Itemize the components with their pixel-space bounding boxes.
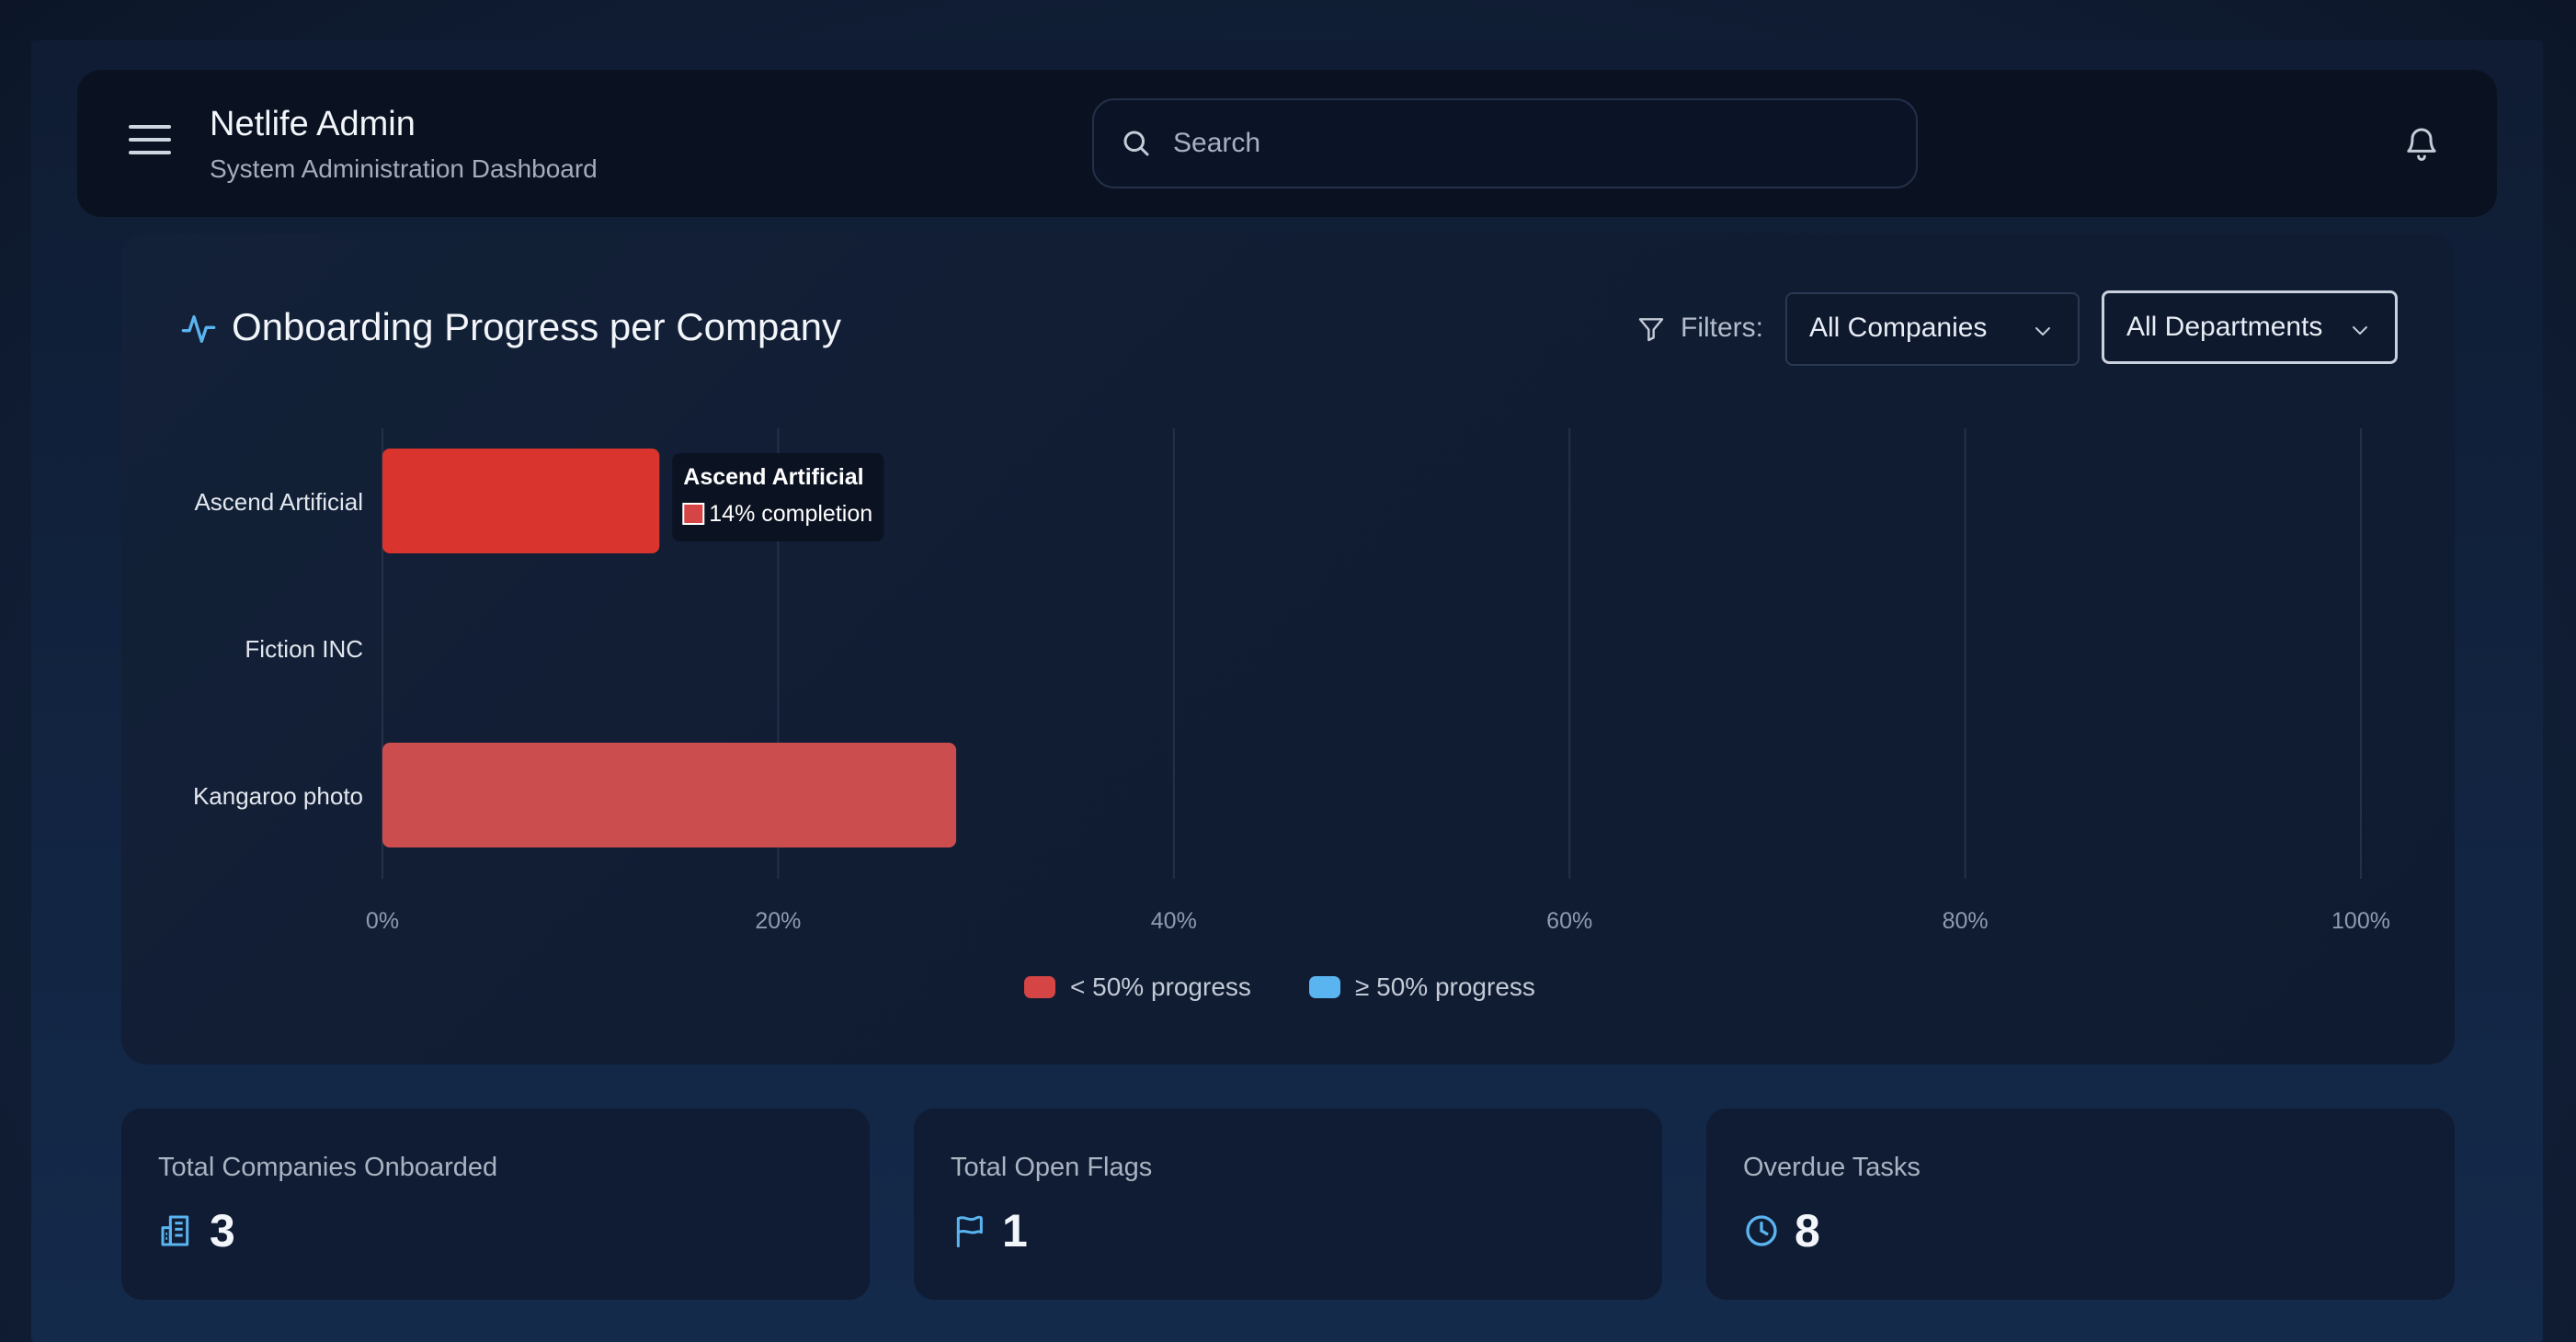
bar [382, 743, 957, 847]
legend-swatch-high [1309, 976, 1340, 998]
x-tick-label: 100% [2331, 908, 2390, 934]
y-category-label: Ascend Artificial [194, 488, 363, 516]
stat-card-companies: Total Companies Onboarded 3 [121, 1109, 870, 1300]
legend-swatch-low [1024, 976, 1055, 998]
tooltip-swatch [682, 503, 705, 525]
x-tick-label: 20% [755, 908, 801, 934]
stat-value: 3 [210, 1205, 235, 1257]
x-tick-label: 0% [366, 908, 399, 934]
legend-label-low: < 50% progress [1070, 972, 1251, 1001]
filters-label: Filters: [1681, 313, 1763, 343]
stat-label: Overdue Tasks [1743, 1153, 1921, 1182]
x-tick-label: 40% [1151, 908, 1197, 934]
y-category-label: Kangaroo photo [193, 782, 363, 810]
chevron-down-icon [2353, 326, 2367, 335]
bar [382, 449, 660, 553]
filter-icon [1638, 318, 1664, 342]
search-input[interactable] [1173, 118, 1890, 169]
hamburger-menu-icon[interactable] [129, 125, 171, 158]
onboarding-bar-chart: 0% 20% 40% 60% 80% 100% Ascend Artificial Ficti… [193, 428, 2390, 934]
department-filter-value: All Departments [2126, 312, 2323, 342]
flag-icon [956, 1215, 983, 1248]
department-filter-select[interactable]: All Departments [2102, 290, 2398, 364]
stat-label: Total Open Flags [951, 1153, 1153, 1182]
building-icon [161, 1215, 189, 1246]
legend-label-high: ≥ 50% progress [1355, 972, 1535, 1001]
company-filter-value: All Companies [1809, 313, 1988, 343]
tooltip-value: 14% completion [709, 501, 872, 527]
app-title: Netlife Admin [210, 105, 416, 143]
activity-icon [181, 315, 216, 343]
search-icon [1123, 131, 1149, 156]
tooltip-title: Ascend Artificial [683, 464, 863, 490]
stat-card-overdue: Overdue Tasks 8 [1706, 1109, 2455, 1300]
stat-value: 1 [1002, 1205, 1028, 1257]
legend-item-high[interactable]: ≥ 50% progress [1309, 972, 1535, 1002]
stat-value: 8 [1795, 1205, 1820, 1257]
stat-label: Total Companies Onboarded [158, 1153, 498, 1182]
chart-title: Onboarding Progress per Company [232, 305, 842, 348]
company-filter-select[interactable]: All Companies [1785, 292, 2080, 366]
app-subtitle: System Administration Dashboard [210, 154, 598, 183]
notification-bell-icon[interactable] [2403, 123, 2440, 164]
chevron-down-icon [2035, 327, 2050, 336]
x-tick-label: 60% [1546, 908, 1592, 934]
clock-icon [1746, 1215, 1777, 1246]
legend-item-low[interactable]: < 50% progress [1024, 972, 1251, 1002]
stat-card-flags: Total Open Flags 1 [914, 1109, 1662, 1300]
y-category-label: Fiction INC [245, 635, 363, 663]
x-tick-label: 80% [1943, 908, 1989, 934]
